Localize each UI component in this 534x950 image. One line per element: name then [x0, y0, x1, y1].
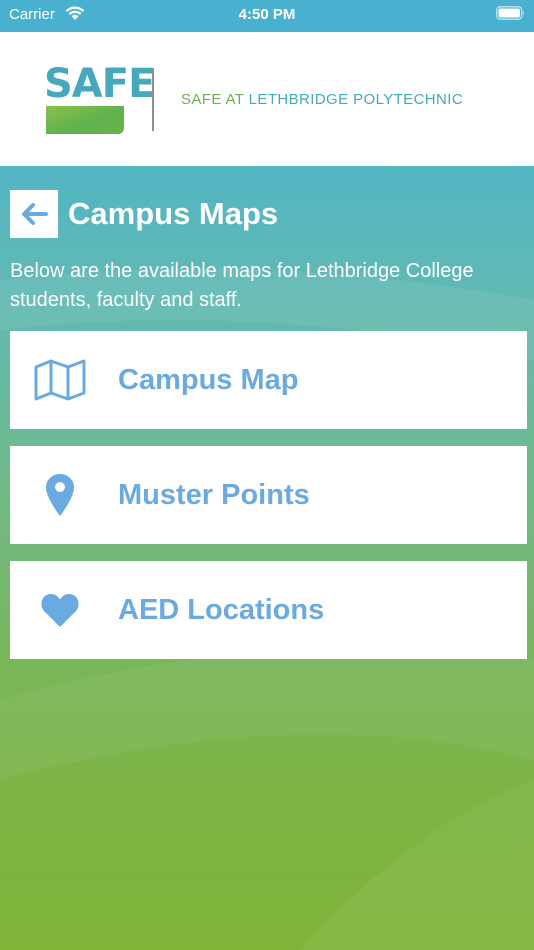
status-bar: Carrier 4:50 PM [0, 0, 534, 32]
clock: 4:50 PM [238, 6, 296, 23]
header-tagline: SAFE AT LETHBRIDGE POLYTECHNIC [181, 91, 463, 108]
battery-icon [496, 6, 524, 20]
menu-label-aed-locations: AED Locations [118, 594, 325, 626]
tagline-suffix: LETHBRIDGE POLYTECHNIC [248, 91, 464, 108]
aed-locations-button[interactable]: AED Locations [10, 561, 527, 659]
safe-logo: SAFE [44, 62, 155, 134]
logo-text: SAFE [44, 61, 155, 107]
menu-label-campus-map: Campus Map [118, 364, 299, 396]
menu-label-muster-points: Muster Points [118, 479, 310, 511]
tagline-prefix: SAFE AT [181, 91, 249, 108]
page-title: Campus Maps [68, 196, 279, 231]
muster-points-button[interactable]: Muster Points [10, 446, 527, 544]
intro-text: Below are the available maps for Lethbri… [10, 260, 474, 311]
map-pin-icon [34, 471, 86, 519]
arrow-left-icon [22, 203, 48, 225]
logo-band [46, 106, 124, 134]
campus-map-button[interactable]: Campus Map [10, 331, 527, 429]
header-divider [152, 68, 154, 131]
back-button[interactable] [10, 190, 58, 238]
map-icon [34, 356, 86, 404]
heart-icon [34, 586, 86, 634]
app-header: SAFE SAFE AT LETHBRIDGE POLYTECHNIC [0, 32, 534, 166]
